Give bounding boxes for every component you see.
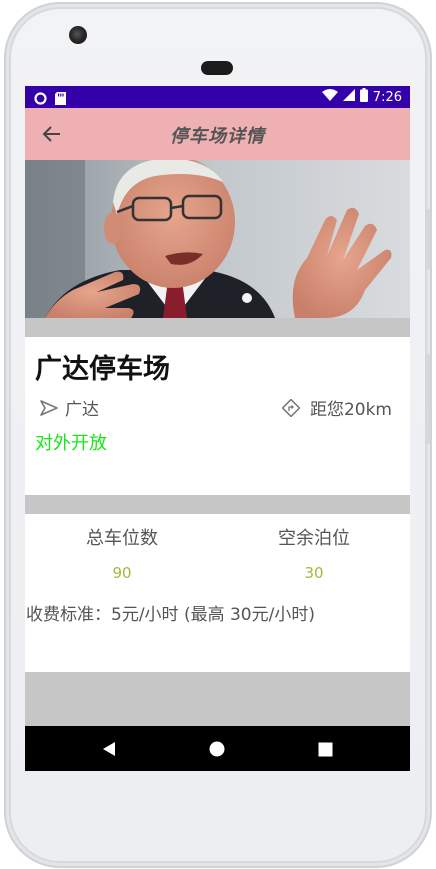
lot-name: 广达停车场 xyxy=(35,354,170,385)
notification-circle-icon xyxy=(34,90,47,109)
free-spaces-label: 空余泊位 xyxy=(278,528,350,549)
nav-recents-button[interactable] xyxy=(315,739,335,759)
free-spaces-value: 30 xyxy=(304,564,324,582)
lot-address: 广达 xyxy=(39,395,99,420)
system-nav-bar xyxy=(25,726,410,771)
nav-back-button[interactable] xyxy=(99,739,119,759)
power-button xyxy=(425,354,430,444)
directions-icon xyxy=(281,398,300,417)
circle-home-icon xyxy=(209,741,225,757)
square-recents-icon xyxy=(318,742,332,756)
status-time: 7:26 xyxy=(372,89,402,105)
front-camera xyxy=(69,26,87,44)
lot-stats-card: 总车位数 90 空余泊位 30 收费标准：5元/小时 (最高 30元/小时) xyxy=(25,514,410,672)
lot-distance-text: 距您20km xyxy=(309,400,392,420)
parking-lot-photo xyxy=(25,160,410,318)
wifi-icon xyxy=(321,88,339,106)
screen: 7:26 停车场详情 广达停车场 广达 距您20km 对外开放 总车位数 90 … xyxy=(25,86,410,771)
status-bar: 7:26 xyxy=(25,86,410,108)
lot-info-card: 广达停车场 广达 距您20km 对外开放 xyxy=(25,337,410,495)
battery-icon xyxy=(359,88,368,106)
lot-address-text: 广达 xyxy=(65,400,99,420)
navigation-icon xyxy=(40,399,58,416)
nav-home-button[interactable] xyxy=(207,739,227,759)
total-spaces-label: 总车位数 xyxy=(86,528,158,549)
lot-distance: 距您20km xyxy=(281,395,392,420)
fee-standard: 收费标准：5元/小时 (最高 30元/小时) xyxy=(26,605,315,625)
total-spaces-value: 90 xyxy=(112,564,132,582)
volume-button xyxy=(425,209,430,269)
signal-icon xyxy=(342,89,355,105)
sd-card-icon xyxy=(55,90,66,109)
earpiece-speaker xyxy=(201,61,233,75)
open-status: 对外开放 xyxy=(35,433,107,454)
app-bar: 停车场详情 xyxy=(25,108,410,160)
triangle-back-icon xyxy=(103,742,115,756)
page-title: 停车场详情 xyxy=(170,126,265,147)
